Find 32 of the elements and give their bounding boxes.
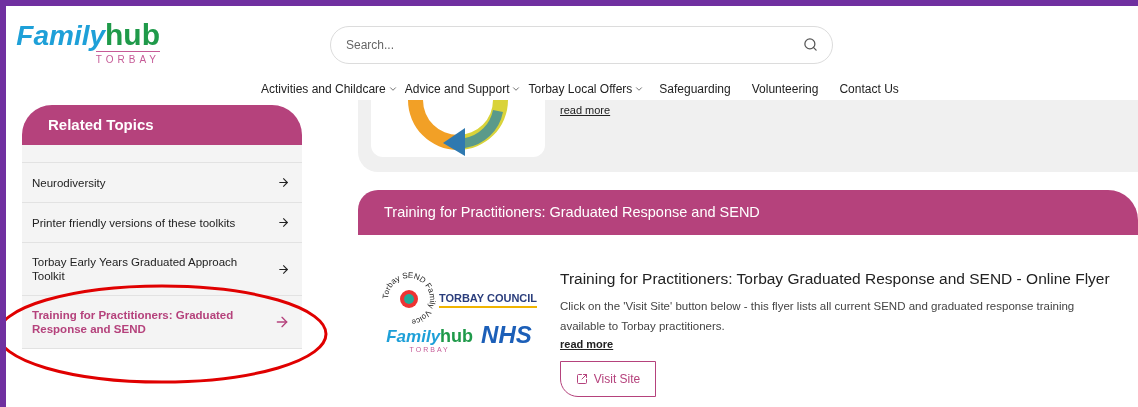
search-icon[interactable] [803,37,818,52]
sidebar-header: Related Topics [22,105,302,145]
council-logo: TORBAY COUNCIL [438,289,538,309]
section-header: Training for Practitioners: Graduated Response and SEND [358,190,1138,235]
nav-link[interactable]: Contact Us [839,80,899,98]
logo-place: TORBAY [95,51,160,67]
sidebar-item[interactable]: Printer friendly versions of these toolkits [22,203,302,243]
external-link-icon [575,372,588,385]
nav-link[interactable]: Advice and Support [404,80,522,98]
nav-link[interactable]: Safeguarding [659,80,731,98]
arrow-icon [274,314,290,330]
sidebar-item[interactable]: Neurodiversity [22,163,302,203]
nhs-logo: NHS [481,323,532,347]
search-field[interactable]: Search... [330,26,833,64]
logo-wordmark: Familyhub [16,20,160,50]
chevron-icon [634,84,645,94]
hub-logo: Familyhub [386,326,474,345]
nav-link[interactable]: Volunteering [751,80,819,98]
arrow-icon [277,176,290,189]
nav-link[interactable]: Torbay Local Offers [528,80,645,98]
visit-site-button[interactable]: Visit Site [560,360,656,397]
read-more-link[interactable]: read more [560,336,614,353]
card-description: Click on the 'Visit Site' button below - this flyer lists all current SEND and graduated response training available to Torbay practitioners. [560,299,1076,335]
nav-link[interactable]: Activities and Childcare [261,80,398,98]
chevron-icon [387,84,398,94]
read-more-link[interactable]: read more [560,102,611,119]
card-title: Training for Practitioners: Torbay Graduated Response and SEND - Online Flyer [560,269,1110,289]
arrow-icon [277,262,290,276]
sidebar-item[interactable]: Torbay Early Years Graduated Approach Toolkit [22,243,302,296]
sidebar-item[interactable]: Training for Practitioners: Graduated Response and SEND [22,296,302,349]
chevron-icon [511,84,522,94]
arrow-icon [277,216,290,229]
